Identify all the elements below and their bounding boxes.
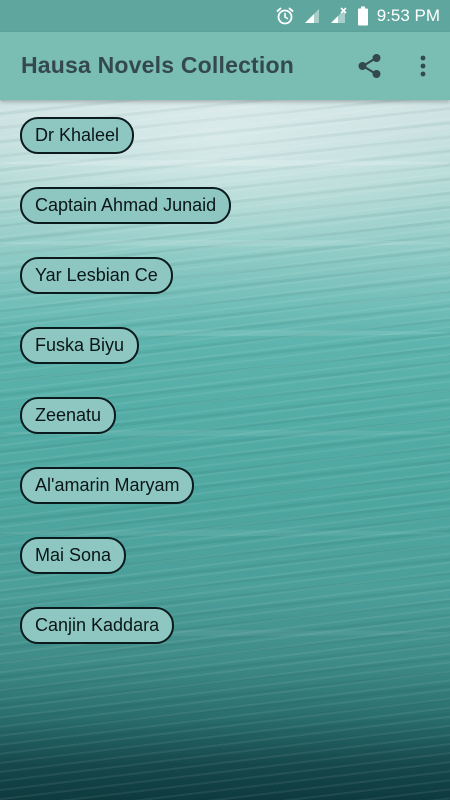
- list-item: Dr Khaleel: [20, 117, 231, 187]
- more-vert-icon: [420, 55, 426, 77]
- novel-button-fuska-biyu[interactable]: Fuska Biyu: [20, 327, 140, 364]
- novel-button-captain-ahmad-junaid[interactable]: Captain Ahmad Junaid: [20, 187, 232, 224]
- list-item: Captain Ahmad Junaid: [20, 187, 232, 257]
- novel-button-canjin-kaddara[interactable]: Canjin Kaddara: [20, 607, 175, 644]
- novel-button-dr-khaleel[interactable]: Dr Khaleel: [20, 117, 135, 154]
- app-bar: Hausa Novels Collection: [0, 32, 450, 100]
- battery-icon: [357, 6, 369, 26]
- novel-button-mai-sona[interactable]: Mai Sona: [20, 537, 127, 574]
- no-signal-icon: [329, 7, 349, 25]
- overflow-menu-button[interactable]: [412, 52, 434, 80]
- list-item: Fuska Biyu: [20, 327, 231, 397]
- novel-list: Dr Khaleel Captain Ahmad Junaid Yar Lesb…: [20, 117, 232, 677]
- novel-button-zeenatu[interactable]: Zeenatu: [20, 397, 117, 434]
- novel-button-yar-lesbian-ce[interactable]: Yar Lesbian Ce: [20, 257, 173, 294]
- list-item: Mai Sona: [20, 537, 231, 607]
- novel-button-alamarin-maryam[interactable]: Al'amarin Maryam: [20, 467, 195, 504]
- list-item: Zeenatu: [20, 397, 231, 467]
- status-icons: 9:53 PM: [275, 5, 440, 27]
- list-item: Yar Lesbian Ce: [20, 257, 231, 327]
- alarm-icon: [275, 6, 295, 26]
- signal-icon: [303, 7, 321, 25]
- status-bar: 9:53 PM: [0, 0, 450, 32]
- ocean-background: Dr Khaleel Captain Ahmad Junaid Yar Lesb…: [0, 100, 450, 800]
- app-title: Hausa Novels Collection: [21, 52, 295, 78]
- list-item: Canjin Kaddara: [20, 607, 231, 677]
- share-button[interactable]: [356, 52, 384, 80]
- share-icon: [358, 54, 381, 78]
- list-item: Al'amarin Maryam: [20, 467, 231, 537]
- status-time: 9:53 PM: [376, 6, 440, 25]
